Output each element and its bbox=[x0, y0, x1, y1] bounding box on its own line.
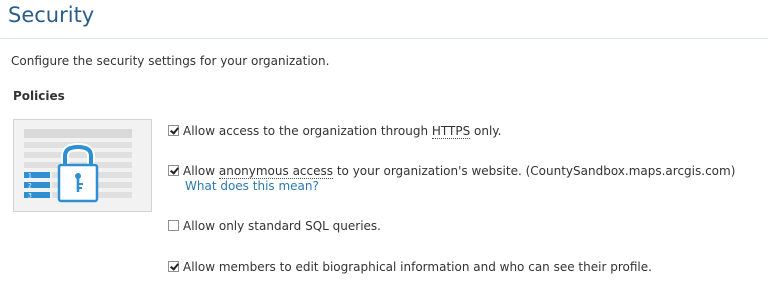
https-label: Allow access to the organization through… bbox=[183, 124, 502, 139]
security-illustration: 1 2 3 bbox=[13, 119, 152, 212]
anonymous-access-term: anonymous access bbox=[218, 164, 334, 179]
page-description: Configure the security settings for your… bbox=[11, 54, 330, 68]
what-does-this-mean-link[interactable]: What does this mean? bbox=[185, 179, 319, 193]
standard-sql-label: Allow only standard SQL queries. bbox=[183, 219, 381, 233]
policy-https: Allow access to the organization through… bbox=[168, 124, 502, 139]
page-title: Security bbox=[8, 3, 95, 27]
padlock-icon: 1 2 3 bbox=[24, 129, 132, 203]
title-divider bbox=[0, 38, 768, 39]
policy-edit-profile: Allow members to edit biographical infor… bbox=[168, 260, 652, 275]
anonymous-access-label: Allow anonymous access to your organizat… bbox=[183, 164, 736, 179]
svg-text:2: 2 bbox=[28, 183, 32, 190]
edit-profile-label: Allow members to edit biographical infor… bbox=[183, 260, 652, 274]
https-term: HTTPS bbox=[431, 124, 471, 139]
policy-anonymous-access: Allow anonymous access to your organizat… bbox=[168, 164, 735, 179]
anonymous-access-checkbox[interactable] bbox=[168, 165, 179, 176]
edit-profile-checkbox[interactable] bbox=[168, 261, 179, 272]
https-checkbox[interactable] bbox=[168, 125, 179, 136]
svg-text:3: 3 bbox=[28, 193, 32, 200]
svg-text:1: 1 bbox=[28, 173, 32, 180]
policy-standard-sql: Allow only standard SQL queries. bbox=[168, 219, 381, 234]
policies-heading: Policies bbox=[13, 89, 65, 103]
standard-sql-checkbox[interactable] bbox=[168, 220, 179, 231]
